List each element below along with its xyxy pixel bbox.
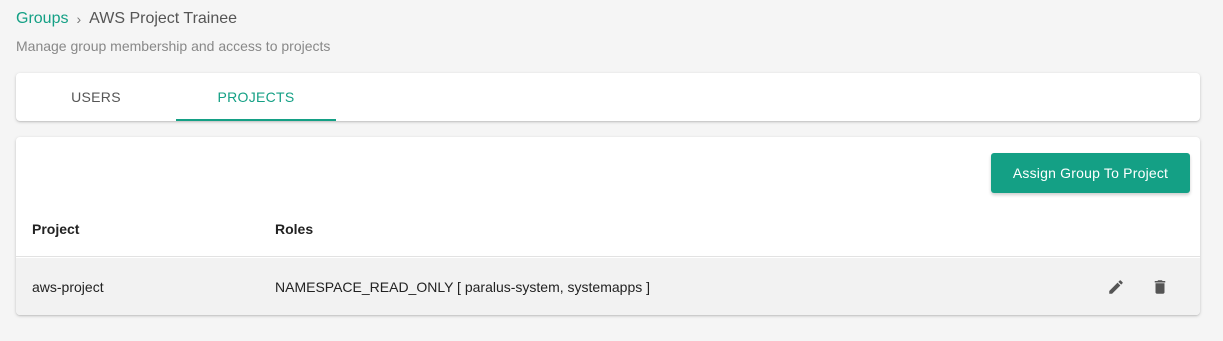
column-header-project: Project	[32, 220, 80, 237]
breadcrumb-separator: ›	[76, 11, 82, 27]
table-header: Project Roles	[16, 201, 1200, 257]
tab-projects[interactable]: PROJECTS	[176, 73, 336, 121]
column-header-roles: Roles	[275, 220, 314, 237]
trash-icon[interactable]	[1148, 275, 1172, 299]
breadcrumb-current: AWS Project Trainee	[89, 10, 238, 27]
breadcrumb: Groups › AWS Project Trainee	[16, 9, 330, 29]
cell-project: aws-project	[32, 278, 104, 295]
cell-roles: NAMESPACE_READ_ONLY [ paralus-system, sy…	[275, 278, 651, 295]
page-subtitle: Manage group membership and access to pr…	[16, 38, 331, 54]
breadcrumb-groups-link[interactable]: Groups	[16, 10, 68, 28]
projects-table-card: Assign Group To Project Project Roles aw…	[16, 137, 1200, 315]
page-header: Groups › AWS Project Trainee Manage grou…	[16, 9, 330, 54]
tab-bar: USERS PROJECTS	[16, 73, 1200, 121]
row-actions	[1104, 275, 1172, 299]
table-row: aws-project NAMESPACE_READ_ONLY [ paralu…	[16, 258, 1200, 315]
pencil-icon[interactable]	[1104, 275, 1128, 299]
assign-group-to-project-button[interactable]: Assign Group To Project	[991, 153, 1190, 193]
tab-users[interactable]: USERS	[16, 73, 176, 121]
